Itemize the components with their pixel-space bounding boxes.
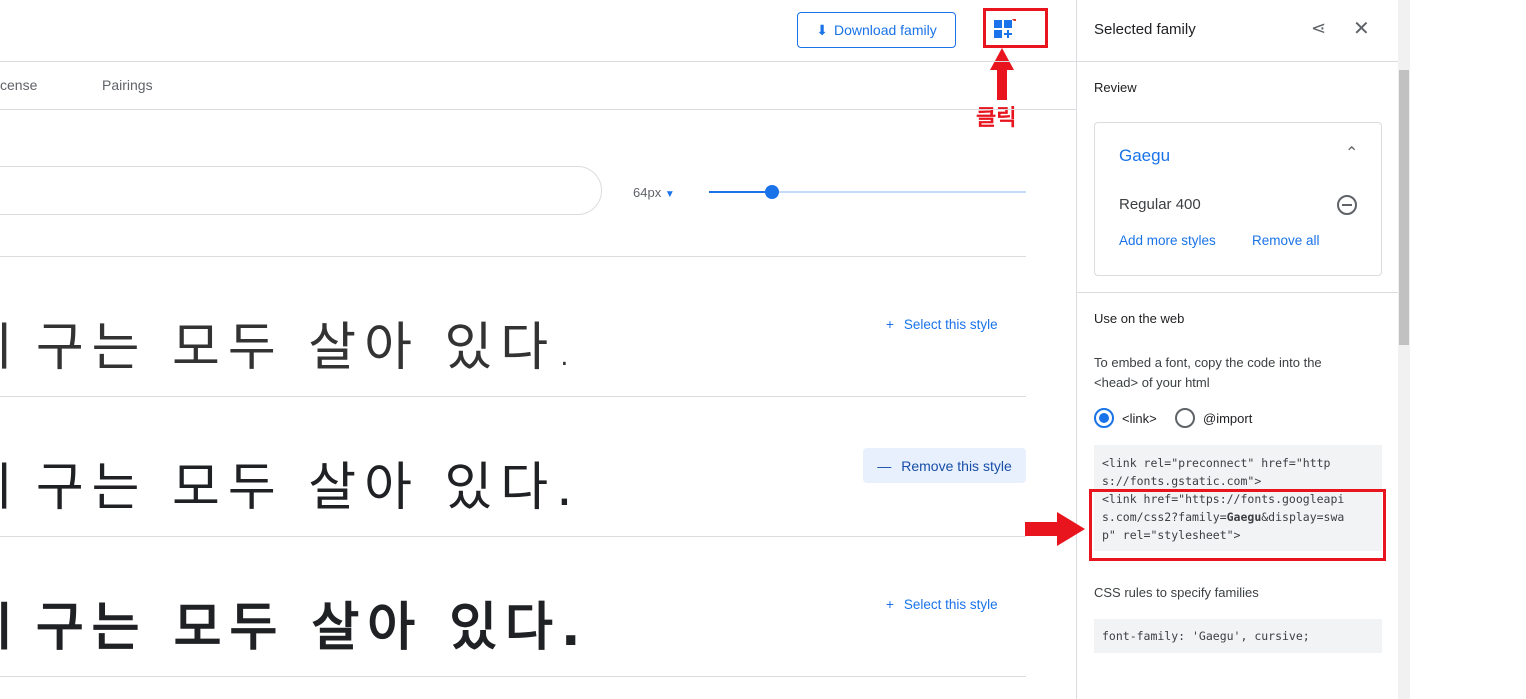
font-size-slider[interactable] [709, 185, 1026, 199]
preview-text-input[interactable] [0, 166, 602, 215]
sample-light: ㅣ구는 모두 살아 있다. [0, 318, 581, 378]
dropdown-arrow-icon: ▼ [664, 189, 675, 200]
select-style-button[interactable]: + Select this style [886, 597, 998, 612]
plus-icon: + [886, 317, 894, 332]
web-heading: Use on the web [1094, 311, 1185, 326]
review-heading: Review [1094, 80, 1137, 95]
panel-scrollbar[interactable] [1398, 0, 1410, 699]
sample-regular: ㅣ구는 모두 살아 있다. [0, 458, 581, 518]
download-family-button[interactable]: ⬇ Download family [797, 12, 956, 48]
grid-plus-icon [994, 15, 1018, 38]
select-style-button[interactable]: + Select this style [886, 317, 998, 332]
radio-unselected-icon [1175, 408, 1195, 428]
style-name: Regular 400 [1119, 196, 1201, 213]
family-card: Gaegu ⌃ Regular 400 Add more styles Remo… [1094, 122, 1382, 276]
radio-import[interactable]: @import [1175, 408, 1252, 428]
close-icon[interactable]: ✕ [1353, 16, 1370, 41]
slider-thumb[interactable] [765, 185, 779, 199]
annotation-arrow-up [990, 48, 1014, 100]
radio-selected-icon [1094, 408, 1114, 428]
css-code-block[interactable]: font-family: 'Gaegu', cursive; [1094, 619, 1382, 653]
sample-bold: ㅣ구는 모두 살아 있다. [0, 598, 589, 658]
selected-family-panel: Selected family ⋖ ✕ Review Gaegu ⌃ Regul… [1076, 0, 1399, 699]
minus-icon: — [877, 457, 892, 474]
font-size-select[interactable]: 64px ▼ [633, 185, 675, 200]
chevron-up-icon[interactable]: ⌃ [1345, 143, 1358, 163]
embed-help-text: To embed a font, copy the code into the … [1094, 355, 1322, 390]
plus-icon: + [886, 597, 894, 612]
remove-all-link[interactable]: Remove all [1252, 233, 1320, 248]
annotation-code-highlight [1089, 489, 1386, 561]
annotation-label: 클릭 [976, 105, 1017, 130]
tab-license[interactable]: cense [0, 77, 37, 93]
share-icon[interactable]: ⋖ [1311, 18, 1326, 39]
tab-pairings[interactable]: Pairings [102, 77, 153, 93]
add-more-styles-link[interactable]: Add more styles [1119, 233, 1216, 248]
remove-circle-icon[interactable] [1337, 195, 1357, 215]
annotation-arrow-right [1025, 512, 1085, 546]
css-heading: CSS rules to specify families [1094, 585, 1259, 600]
remove-style-button[interactable]: — Remove this style [863, 448, 1026, 483]
selected-families-button[interactable] [994, 15, 1018, 44]
radio-link[interactable]: <link> [1094, 408, 1157, 428]
panel-title: Selected family [1094, 21, 1196, 38]
download-icon: ⬇ [816, 21, 828, 38]
family-name[interactable]: Gaegu [1119, 146, 1170, 166]
